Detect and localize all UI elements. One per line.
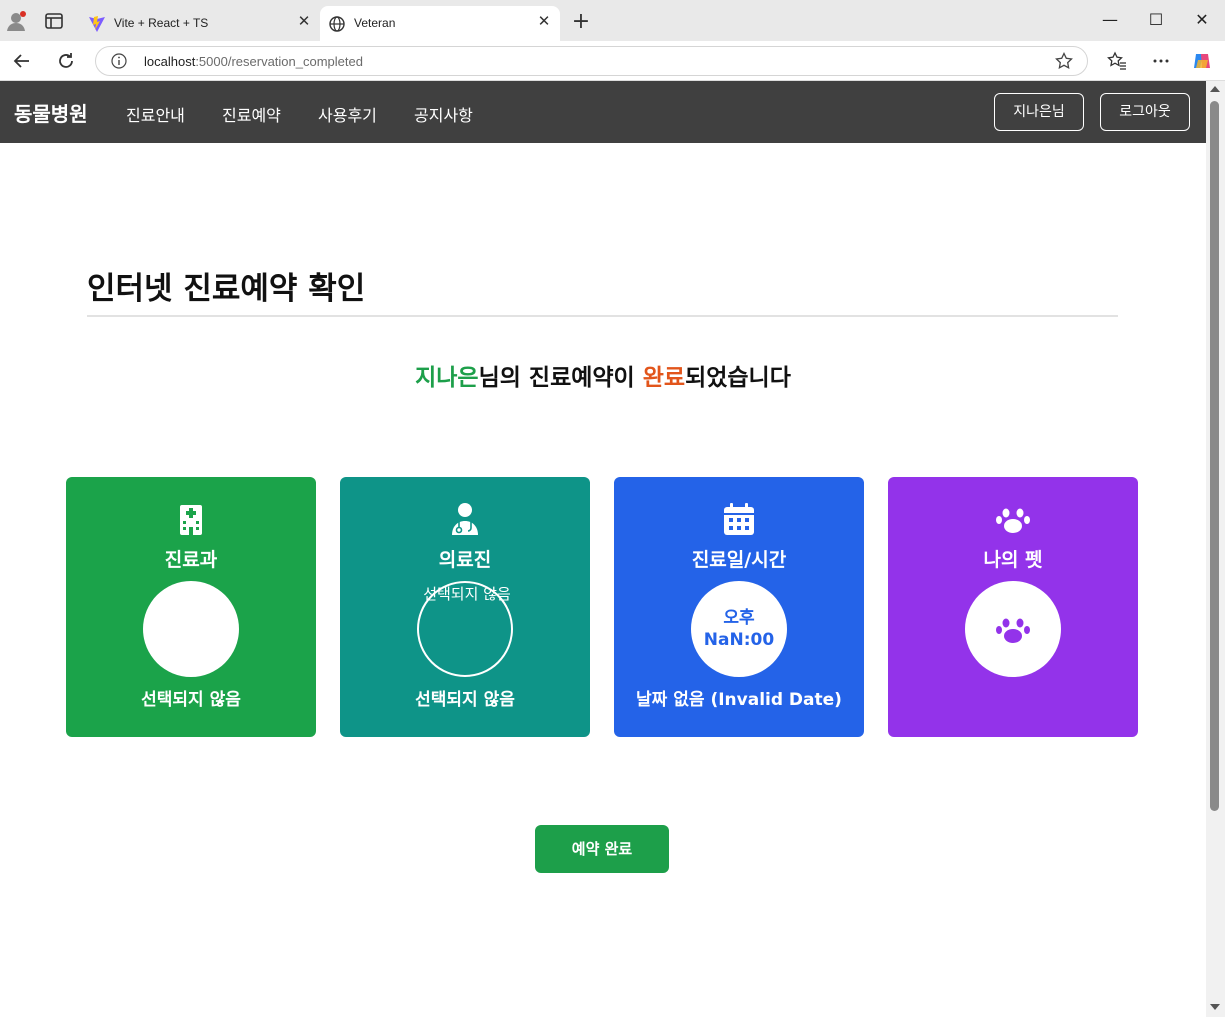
doctor-card: 의료진 선택되지 않음 선택되지 않음	[340, 477, 590, 737]
card-title: 나의 펫	[983, 549, 1043, 571]
address-bar-row: localhost:5000/reservation_completed	[0, 41, 1225, 81]
site-navbar: 동물병원 진료안내 진료예약 사용후기 공지사항 지나은님 로그아웃	[0, 81, 1206, 143]
minimize-button[interactable]: —	[1100, 10, 1120, 30]
vite-logo-icon	[89, 16, 105, 32]
page-scrollbar[interactable]	[1206, 81, 1225, 1017]
info-icon[interactable]	[111, 53, 127, 69]
time-period: 오후	[723, 608, 755, 628]
back-arrow-icon[interactable]	[12, 51, 32, 71]
paw-icon	[996, 508, 1030, 533]
time-circle: 오후 NaN:00	[691, 581, 787, 677]
card-subtitle: 선택되지 않음	[415, 690, 515, 710]
message-part: 되었습니다	[685, 365, 791, 391]
url-text: localhost:5000/reservation_completed	[144, 54, 363, 69]
hospital-icon	[180, 505, 202, 535]
department-circle	[143, 581, 239, 677]
favorite-star-icon[interactable]	[1055, 52, 1073, 70]
globe-icon	[329, 16, 345, 32]
reservation-complete-button[interactable]: 예약 완료	[535, 825, 669, 873]
completion-message: 지나은님의 진료예약이 완료되었습니다	[0, 358, 1206, 392]
card-subtitle: 날짜 없음 (Invalid Date)	[636, 690, 842, 710]
pet-circle	[965, 581, 1061, 677]
calendar-icon	[724, 503, 754, 535]
card-title: 진료과	[164, 549, 218, 571]
message-part: 님의 진료예약이	[478, 365, 643, 391]
browser-tabbar: Vite + React + TS ✕ Veteran ✕ + — ☐ ✕	[0, 0, 1225, 41]
doctor-circle: 선택되지 않음	[417, 581, 513, 677]
nav-link-reviews[interactable]: 사용후기	[318, 102, 377, 126]
user-name: 지나은	[415, 365, 479, 391]
tab-veteran[interactable]: Veteran ✕	[320, 6, 560, 41]
profile-icon[interactable]	[6, 10, 28, 32]
url-path: :5000/reservation_completed	[195, 54, 363, 69]
copilot-icon[interactable]	[1192, 51, 1212, 71]
card-subtitle: 선택되지 않음	[141, 690, 241, 710]
card-title: 의료진	[438, 549, 492, 571]
tab-title: Vite + React + TS	[114, 16, 209, 30]
nav-link-guide[interactable]: 진료안내	[126, 102, 185, 126]
page-title: 인터넷 진료예약 확인	[87, 271, 366, 307]
department-card: 진료과 선택되지 않음	[66, 477, 316, 737]
pet-card: 나의 펫	[888, 477, 1138, 737]
completed-word: 완료	[642, 365, 686, 391]
scroll-up-icon[interactable]	[1210, 86, 1220, 92]
url-host: localhost	[144, 54, 196, 69]
close-tab-icon[interactable]: ✕	[536, 14, 552, 30]
close-tab-icon[interactable]: ✕	[296, 14, 312, 30]
doctor-circle-text: 선택되지 않음	[423, 585, 511, 603]
tab-title: Veteran	[354, 16, 396, 30]
favorites-icon[interactable]	[1107, 51, 1127, 71]
url-input[interactable]: localhost:5000/reservation_completed	[95, 46, 1088, 76]
user-profile-button[interactable]: 지나은님	[994, 93, 1084, 131]
tab-vite[interactable]: Vite + React + TS ✕	[80, 6, 320, 41]
datetime-card: 진료일/시간 오후 NaN:00 날짜 없음 (Invalid Date)	[614, 477, 864, 737]
close-window-button[interactable]: ✕	[1192, 10, 1212, 30]
card-title: 진료일/시간	[691, 549, 787, 571]
nav-link-reservation[interactable]: 진료예약	[222, 102, 281, 126]
page-content: 동물병원 진료안내 진료예약 사용후기 공지사항 지나은님 로그아웃 인터넷 진…	[0, 81, 1206, 1017]
time-value: NaN:00	[703, 630, 775, 650]
title-divider	[87, 315, 1118, 317]
refresh-icon[interactable]	[56, 51, 76, 71]
new-tab-button[interactable]: +	[570, 11, 592, 34]
maximize-button[interactable]: ☐	[1146, 10, 1166, 30]
brand-logo[interactable]: 동물병원	[14, 98, 88, 127]
tab-actions-icon[interactable]	[44, 12, 64, 30]
nav-link-notices[interactable]: 공지사항	[414, 102, 473, 126]
logout-button[interactable]: 로그아웃	[1100, 93, 1190, 131]
paw-icon	[996, 618, 1030, 643]
doctor-icon	[452, 503, 478, 535]
scroll-thumb[interactable]	[1210, 101, 1219, 811]
scroll-down-icon[interactable]	[1210, 1004, 1220, 1010]
more-options-icon[interactable]	[1151, 51, 1171, 71]
